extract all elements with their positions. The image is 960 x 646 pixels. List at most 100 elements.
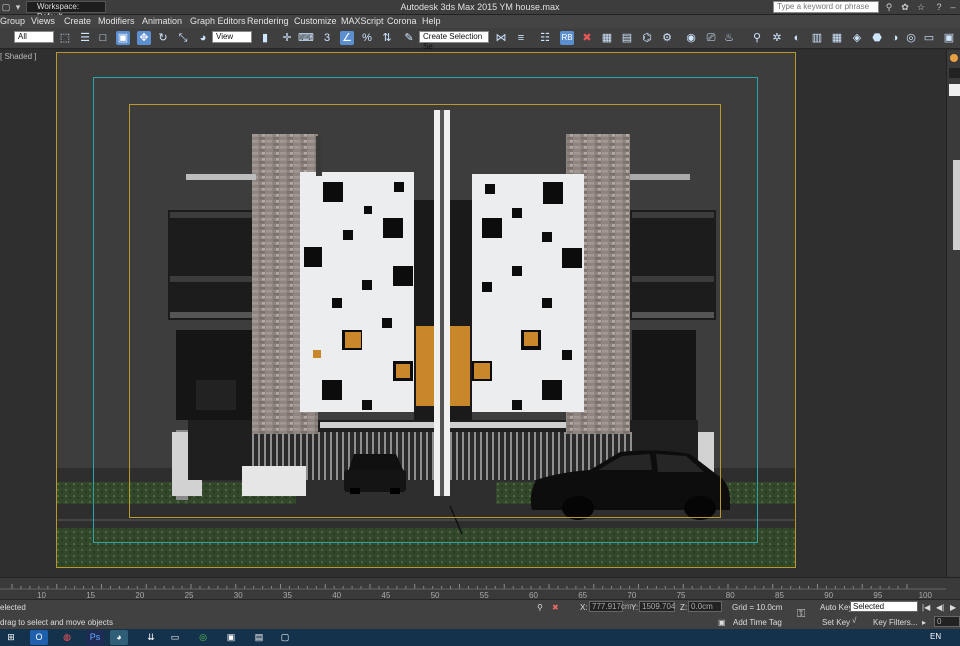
chrome-icon[interactable]: ◍ bbox=[58, 630, 76, 645]
pivot-center-icon[interactable]: ▮ bbox=[258, 31, 272, 45]
scene-explorer-icon[interactable]: ▤ bbox=[620, 31, 634, 45]
perspective-viewport[interactable] bbox=[0, 50, 946, 577]
remote-icon[interactable]: ▤ bbox=[250, 630, 268, 645]
current-frame-field[interactable]: 0 bbox=[934, 616, 960, 627]
corona-render-icon[interactable]: ◐ bbox=[790, 31, 804, 45]
display-icon[interactable]: ▢ bbox=[276, 630, 294, 645]
mirror-icon[interactable]: ⋈ bbox=[494, 31, 508, 45]
named-selection-set-dropdown[interactable]: Create Selection Se bbox=[419, 31, 489, 51]
select-and-move-icon[interactable]: ✥ bbox=[137, 31, 151, 45]
corona-light-icon[interactable]: ▣ bbox=[942, 31, 956, 45]
layer-manager-icon[interactable]: ☷ bbox=[538, 31, 552, 45]
command-panel-tab[interactable] bbox=[949, 68, 960, 78]
binoculars-icon[interactable]: ⚲ bbox=[884, 2, 894, 12]
start-icon[interactable]: ⊞ bbox=[2, 630, 20, 645]
download-icon[interactable]: ⇊ bbox=[142, 630, 160, 645]
key-filters-button[interactable]: Key Filters... bbox=[873, 618, 917, 627]
add-time-tag[interactable]: Add Time Tag bbox=[733, 618, 782, 627]
viewport-label[interactable]: [ Shaded ] bbox=[0, 52, 36, 61]
menu-corona[interactable]: Corona bbox=[387, 16, 417, 26]
help-icon[interactable]: ? bbox=[934, 2, 944, 12]
edit-named-selection-icon[interactable]: ✎ bbox=[402, 31, 416, 45]
render-setup-icon[interactable]: ⎚ bbox=[704, 31, 718, 45]
command-panel-create-icon[interactable] bbox=[950, 54, 958, 62]
menu-animation[interactable]: Animation bbox=[142, 16, 182, 26]
auto-key-dropdown[interactable]: Selected bbox=[850, 601, 918, 612]
command-panel-list[interactable] bbox=[953, 160, 960, 250]
menu-create[interactable]: Create bbox=[64, 16, 91, 26]
minimize-icon[interactable]: – bbox=[948, 2, 958, 12]
material-editor-icon[interactable]: ◉ bbox=[684, 31, 698, 45]
timeline[interactable]: 10 15 20 25 30 35 40 45 50 55 60 65 70 75 80 85 90 95 100 bbox=[0, 577, 960, 600]
set-key-button[interactable]: Set Key bbox=[822, 618, 850, 627]
selection-lock-icon[interactable]: ✖ bbox=[552, 603, 559, 612]
key-icon[interactable]: ⚿ bbox=[797, 608, 805, 621]
command-panel[interactable] bbox=[946, 50, 960, 577]
command-panel-field[interactable] bbox=[949, 84, 960, 96]
keyboard-shortcut-icon[interactable]: ⌨ bbox=[298, 31, 314, 45]
spinner-snap-icon[interactable]: ⇅ bbox=[380, 31, 394, 45]
light-icon[interactable]: ⚲ bbox=[750, 31, 764, 45]
reference-coordinate-dropdown[interactable]: View bbox=[212, 31, 252, 43]
3dsmax-icon[interactable]: ◕ bbox=[110, 630, 128, 645]
menu-group[interactable]: Group bbox=[0, 16, 25, 26]
corona-sky-icon[interactable]: ◎ bbox=[904, 31, 918, 45]
default-tangent-icon[interactable]: √ bbox=[852, 616, 856, 625]
outlook-icon[interactable]: O bbox=[30, 630, 48, 645]
menu-maxscript[interactable]: MAXScript bbox=[341, 16, 384, 26]
app-green-icon[interactable]: ◎ bbox=[194, 630, 212, 645]
select-object-icon[interactable]: ⬚ bbox=[58, 31, 72, 45]
angle-snap-icon[interactable]: ∠ bbox=[340, 31, 354, 45]
frame-buffer-icon[interactable]: ▥ bbox=[810, 31, 824, 45]
sun-icon[interactable]: ✲ bbox=[770, 31, 784, 45]
delete-icon[interactable]: ✖ bbox=[580, 31, 594, 45]
corona-proxy-icon[interactable]: ◈ bbox=[850, 31, 864, 45]
menu-help[interactable]: Help bbox=[422, 16, 441, 26]
corona-sun-icon[interactable]: ◑ bbox=[888, 31, 902, 45]
select-and-rotate-icon[interactable]: ↻ bbox=[156, 31, 170, 45]
render-teapot-icon[interactable]: ♨ bbox=[722, 31, 736, 45]
window-crossing-icon[interactable]: ▣ bbox=[116, 31, 130, 45]
photoshop-icon[interactable]: Ps bbox=[86, 630, 104, 645]
select-by-name-icon[interactable]: ☰ bbox=[78, 31, 92, 45]
menu-bar: Group Views Create Modifiers Animation G… bbox=[0, 15, 960, 28]
y-coordinate-field[interactable]: 1509.704 bbox=[639, 601, 675, 612]
search-input[interactable]: Type a keyword or phrase bbox=[773, 1, 879, 13]
z-coordinate-field[interactable]: 0.0cm bbox=[688, 601, 722, 612]
menu-rendering[interactable]: Rendering bbox=[247, 16, 289, 26]
isolate-icon[interactable]: ⚲ bbox=[537, 603, 543, 612]
explorer-icon[interactable]: ▭ bbox=[166, 630, 184, 645]
viewport-scene bbox=[56, 52, 796, 568]
manipulate-icon[interactable]: ✛ bbox=[280, 31, 294, 45]
curve-editor-icon[interactable]: ⌬ bbox=[640, 31, 654, 45]
snaps-toggle-icon[interactable]: 3 bbox=[320, 31, 334, 45]
menu-graph-editors[interactable]: Graph Editors bbox=[190, 16, 246, 26]
auto-key-button[interactable]: Auto Key bbox=[820, 603, 852, 612]
schematic-view-icon[interactable]: ⚙ bbox=[660, 31, 674, 45]
select-and-place-icon[interactable]: ◕ bbox=[196, 31, 210, 45]
rb-button[interactable]: RB bbox=[560, 31, 574, 45]
go-to-start-icon[interactable]: |◀ bbox=[922, 603, 930, 612]
menu-modifiers[interactable]: Modifiers bbox=[98, 16, 135, 26]
select-and-scale-icon[interactable]: ⤡ bbox=[176, 31, 190, 45]
selection-filter-dropdown[interactable]: All bbox=[14, 31, 54, 43]
x-coordinate-field[interactable]: 777.917cm bbox=[589, 601, 632, 612]
corona-scatter-icon[interactable]: ▭ bbox=[922, 31, 936, 45]
time-tag-icon[interactable]: ▣ bbox=[718, 618, 726, 627]
media-icon[interactable]: ▣ bbox=[222, 630, 240, 645]
corona-camera-icon[interactable]: ⬣ bbox=[870, 31, 884, 45]
previous-frame-icon[interactable]: ◀| bbox=[936, 603, 944, 612]
menu-customize[interactable]: Customize bbox=[294, 16, 337, 26]
rectangular-selection-icon[interactable]: □ bbox=[96, 31, 110, 45]
language-indicator[interactable]: EN bbox=[930, 632, 941, 641]
community-icon[interactable]: ☆ bbox=[916, 2, 926, 12]
y-label: Y: bbox=[631, 603, 639, 612]
trackbar-ruler[interactable]: 10 15 20 25 30 35 40 45 50 55 60 65 70 75 80 85 90 95 100 bbox=[0, 578, 946, 600]
subscription-icon[interactable]: ✿ bbox=[900, 2, 910, 12]
play-icon[interactable]: ▶ bbox=[950, 603, 956, 612]
graphite-tools-icon[interactable]: ▦ bbox=[600, 31, 614, 45]
menu-views[interactable]: Views bbox=[31, 16, 55, 26]
percent-snap-icon[interactable]: % bbox=[360, 31, 374, 45]
align-icon[interactable]: ≡ bbox=[514, 31, 528, 45]
corona-material-icon[interactable]: ▦ bbox=[830, 31, 844, 45]
